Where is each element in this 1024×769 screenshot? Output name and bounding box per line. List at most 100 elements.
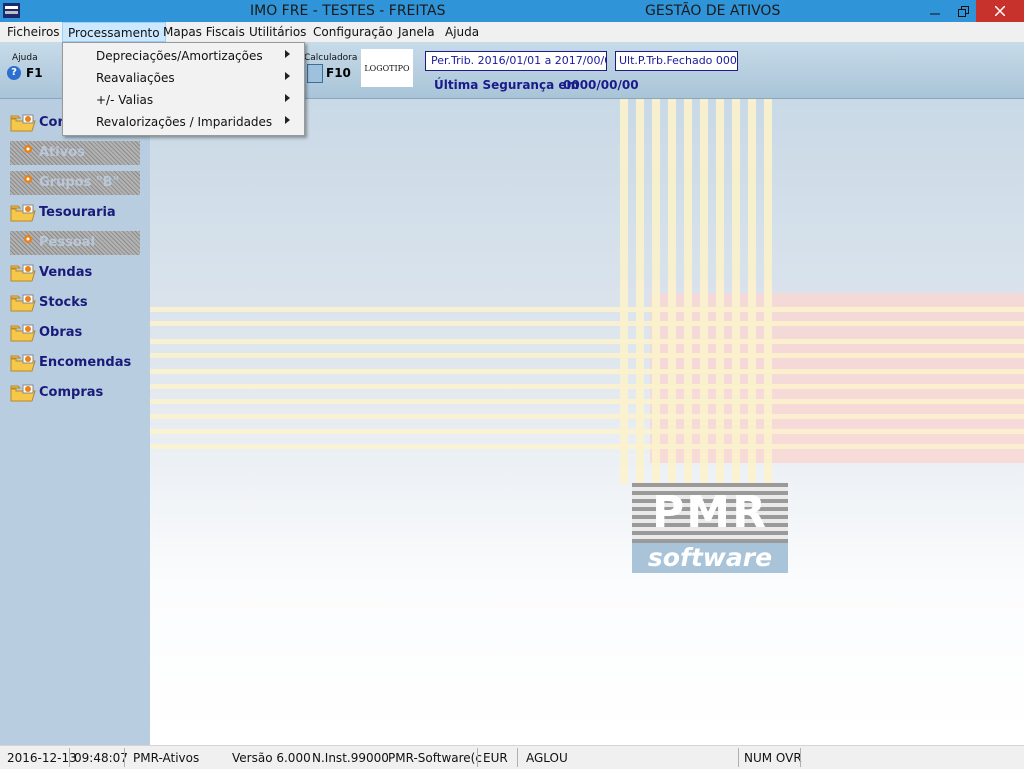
folder-icon [10, 264, 36, 282]
sidebar-item-compras[interactable]: Compras [10, 381, 150, 405]
submenu-arrow-icon [285, 50, 290, 58]
watermark-stripe [652, 99, 660, 484]
menu-mapas-fiscais[interactable]: Mapas Fiscais [163, 25, 245, 39]
status-divider [800, 748, 801, 767]
watermark-stripe [150, 369, 1024, 374]
sidebar-item-grupos-b: Grupos "B" [10, 171, 140, 195]
logo-placeholder: LOGOTIPO [361, 49, 413, 87]
folder-icon [10, 324, 36, 342]
menu-item-valias[interactable]: +/- Valias [65, 89, 302, 111]
menu-ficheiros[interactable]: Ficheiros [7, 25, 60, 39]
status-app: PMR-Ativos [133, 751, 200, 765]
window-title: IMO FRE - TESTES - FREITAS [250, 3, 446, 19]
sidebar-item-obras[interactable]: Obras [10, 321, 150, 345]
watermark-stripe [150, 307, 1024, 312]
status-divider [517, 748, 518, 767]
menu-item-reavaliacoes[interactable]: Reavaliações [65, 67, 302, 89]
status-divider [738, 748, 739, 767]
folder-icon [10, 384, 36, 402]
restore-button[interactable] [950, 0, 976, 22]
status-divider [124, 748, 125, 767]
sidebar-item-label: Vendas [39, 265, 93, 280]
status-install-number: N.Inst.99000 [312, 751, 389, 765]
calculator-shortcut[interactable]: F10 [326, 66, 351, 80]
status-bar: 2016-12-13 09:48:07 PMR-Ativos Versão 6.… [0, 745, 1024, 769]
status-time: 09:48:07 [74, 751, 128, 765]
gear-icon [24, 145, 32, 153]
status-user: AGLOU [526, 751, 568, 765]
watermark-stripe [150, 321, 1024, 326]
sidebar-item-label: Tesouraria [39, 205, 116, 220]
last-closed-period-field[interactable]: Ult.P.Trb.Fechado 0000 [615, 51, 738, 71]
sidebar-item-label: Pessoal [39, 235, 95, 250]
watermark-stripe [150, 353, 1024, 358]
title-bar: IMO FRE - TESTES - FREITAS GESTÃO DE ATI… [0, 0, 1024, 22]
menu-utilitarios[interactable]: Utilitários [249, 25, 306, 39]
status-date: 2016-12-13 [7, 751, 77, 765]
menu-item-depreciacoes[interactable]: Depreciações/Amortizações [65, 45, 302, 67]
menu-item-revalorizacoes[interactable]: Revalorizações / Imparidades [65, 111, 302, 133]
folder-icon [10, 114, 36, 132]
status-divider [477, 748, 478, 767]
status-version: Versão 6.000 [232, 751, 311, 765]
last-backup-date: 0000/00/00 [563, 78, 639, 92]
sidebar-item-label: Obras [39, 325, 83, 340]
calculator-icon[interactable] [307, 64, 323, 83]
main-workspace: PMR software [150, 99, 1024, 745]
sidebar-item-encomendas[interactable]: Encomendas [10, 351, 150, 375]
gear-icon [24, 175, 32, 183]
watermark-stripe [684, 99, 692, 484]
watermark-stripe [150, 384, 1024, 389]
watermark-stripe [150, 429, 1024, 434]
tax-period-field[interactable]: Per.Trib. 2016/01/01 a 2017/00/00 [425, 51, 607, 71]
watermark-stripe [668, 99, 676, 484]
menu-bar: Ficheiros Processamento Mapas Fiscais Ut… [0, 22, 1024, 42]
close-button[interactable] [976, 0, 1024, 22]
close-icon [995, 6, 1005, 16]
help-label: Ajuda [12, 53, 38, 63]
sidebar-item-label: Stocks [39, 295, 88, 310]
sidebar-item-pessoal: Pessoal [10, 231, 140, 255]
menu-processamento[interactable]: Processamento [62, 22, 166, 42]
pmr-software-logo: PMR software [632, 483, 788, 574]
menu-item-label: Revalorizações / Imparidades [96, 115, 273, 129]
menu-item-label: +/- Valias [96, 93, 154, 107]
module-title: GESTÃO DE ATIVOS [645, 3, 781, 19]
last-backup-label: Última Segurança em [434, 78, 579, 92]
status-divider [69, 748, 70, 767]
watermark-stripe [764, 99, 772, 484]
module-sidebar: Contabilidade Ativos Grupos "B" Tesourar… [0, 99, 150, 745]
sidebar-item-label: Compras [39, 385, 104, 400]
software-logo-text: software [632, 543, 788, 573]
submenu-arrow-icon [285, 72, 290, 80]
folder-icon [10, 204, 36, 222]
sidebar-item-ativos: Ativos [10, 141, 140, 165]
folder-icon [10, 294, 36, 312]
gear-icon [24, 235, 32, 243]
sidebar-item-label: Encomendas [39, 355, 132, 370]
processamento-dropdown: Depreciações/Amortizações Reavaliações +… [62, 42, 305, 136]
minimize-button[interactable] [918, 0, 952, 22]
watermark-stripe [636, 99, 644, 484]
watermark-stripe [150, 444, 1024, 449]
sidebar-item-vendas[interactable]: Vendas [10, 261, 150, 285]
sidebar-item-stocks[interactable]: Stocks [10, 291, 150, 315]
pmr-logo-text: PMR [632, 483, 788, 543]
watermark-stripe [150, 399, 1024, 404]
submenu-arrow-icon [285, 94, 290, 102]
sidebar-item-tesouraria[interactable]: Tesouraria [10, 201, 150, 225]
watermark-stripe [700, 99, 708, 484]
folder-icon [10, 354, 36, 372]
status-currency: EUR [483, 751, 508, 765]
app-icon[interactable] [3, 3, 20, 18]
menu-ajuda[interactable]: Ajuda [445, 25, 479, 39]
calculator-label: Calculadora [304, 53, 358, 63]
menu-configuracao[interactable]: Configuração [313, 25, 393, 39]
sidebar-item-label: Grupos "B" [39, 175, 120, 190]
watermark-stripe [748, 99, 756, 484]
watermark-stripe [150, 339, 1024, 344]
submenu-arrow-icon [285, 116, 290, 124]
help-icon[interactable]: ? [7, 66, 21, 80]
help-shortcut[interactable]: F1 [26, 66, 43, 80]
menu-janela[interactable]: Janela [398, 25, 435, 39]
